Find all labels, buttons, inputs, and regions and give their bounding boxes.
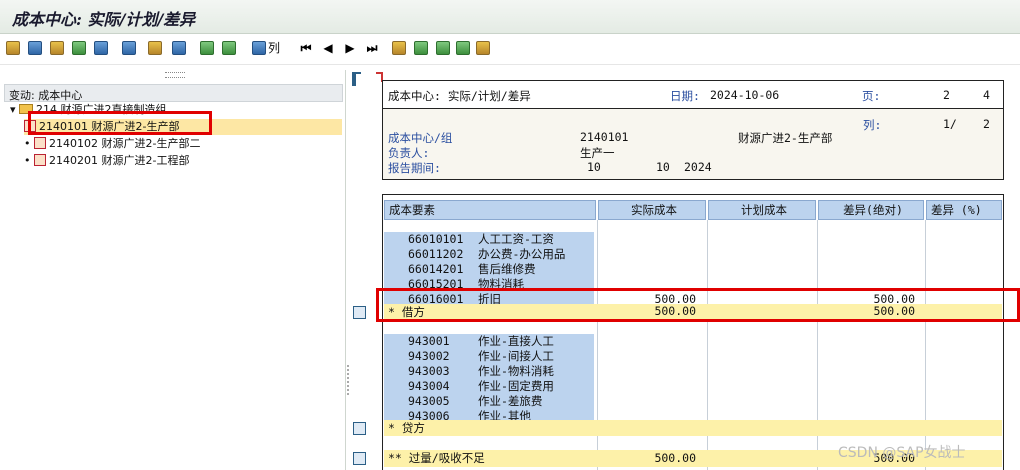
select-icon[interactable] — [148, 41, 162, 55]
element-name: 作业-差旅费 — [478, 394, 543, 408]
report-title: 成本中心: 实际/计划/差异 — [388, 89, 531, 103]
cost-center-label: 成本中心/组 — [388, 131, 453, 145]
element-name: 办公费-办公用品 — [478, 247, 566, 261]
element-name: 售后维修费 — [478, 262, 536, 276]
column-header[interactable]: 差异 (%) — [926, 200, 1002, 220]
responsible-value: 生产一 — [580, 146, 615, 160]
highlight-box — [376, 288, 1020, 322]
highlight-box — [28, 111, 212, 135]
date-label: 日期: — [670, 89, 700, 103]
tree-node[interactable]: • 2140102 财源广进2-生产部二 — [24, 136, 200, 152]
element-name: 作业-固定费用 — [478, 379, 554, 393]
element-code: 66010101 — [408, 232, 464, 246]
period-label: 报告期间: — [388, 161, 441, 175]
layout-icon[interactable] — [72, 41, 86, 55]
filter-icon[interactable] — [122, 41, 136, 55]
period-from: 10 — [587, 160, 601, 174]
collapse-arrow-icon[interactable]: ▾ — [10, 103, 19, 116]
column-header[interactable]: 差异(绝对) — [818, 200, 924, 220]
sort-asc-icon[interactable] — [200, 41, 214, 55]
table-row[interactable]: 943003 作业-物料消耗 — [384, 364, 594, 379]
element-name: 作业-直接人工 — [478, 334, 554, 348]
column-header[interactable]: 实际成本 — [598, 200, 706, 220]
columns-label[interactable]: 列 — [268, 41, 280, 55]
element-name: 人工工资-工资 — [478, 232, 554, 246]
column-total: 2 — [983, 117, 990, 131]
details-icon[interactable] — [6, 41, 20, 55]
first-page-icon[interactable]: ⏮ — [300, 41, 312, 55]
next-page-icon[interactable]: ▶ — [344, 41, 356, 55]
period-year: 2024 — [684, 160, 712, 174]
pane-grip[interactable] — [165, 72, 185, 78]
sort-desc-icon[interactable] — [222, 41, 236, 55]
element-code: 943005 — [408, 394, 450, 408]
page-total: 4 — [983, 88, 990, 102]
element-code: 943002 — [408, 349, 450, 363]
table-row[interactable]: 943002 作业-间接人工 — [384, 349, 594, 364]
over-under-label: ** 过量/吸收不足 — [388, 451, 485, 465]
over-under-actual: 500.00 — [654, 451, 696, 465]
table-row[interactable]: 66014201 售后维修费 — [384, 262, 594, 277]
column-number: 1/ — [943, 117, 957, 131]
title-bar: 成本中心: 实际/计划/差异 — [0, 0, 1020, 34]
navigation-header: 变动: 成本中心 — [4, 84, 343, 102]
period-to: 10 — [656, 160, 670, 174]
print-icon[interactable] — [50, 41, 64, 55]
cost-center-icon — [34, 154, 46, 166]
grid-icon[interactable] — [172, 41, 186, 55]
page-number: 2 — [943, 88, 950, 102]
toolbar: 列 ⏮ ◀ ▶ ⏭ — [0, 34, 1020, 65]
element-code: 66014201 — [408, 262, 464, 276]
element-name: 作业-间接人工 — [478, 349, 554, 363]
cost-center-name: 财源广进2-生产部 — [738, 131, 833, 145]
table-row[interactable]: 66010101 人工工资-工资 — [384, 232, 594, 247]
element-code: 943003 — [408, 364, 450, 378]
expand-tree-icon[interactable] — [436, 41, 450, 55]
drilldown-icon[interactable] — [353, 306, 366, 319]
cost-center-value: 2140101 — [580, 130, 629, 144]
table-row[interactable]: 943005 作业-差旅费 — [384, 394, 594, 409]
tree-node[interactable]: • 2140201 财源广进2-工程部 — [24, 153, 189, 169]
responsible-label: 负责人: — [388, 146, 430, 160]
bracket-icon — [352, 72, 361, 86]
element-code: 66011202 — [408, 247, 464, 261]
org-icon[interactable] — [476, 41, 490, 55]
drilldown-icon[interactable] — [353, 452, 366, 465]
hierarchy-icon[interactable] — [414, 41, 428, 55]
column-header[interactable]: 成本要素 — [384, 200, 596, 220]
find-icon[interactable] — [28, 41, 42, 55]
binoculars-icon[interactable] — [252, 41, 266, 55]
splitter-dots — [347, 365, 351, 395]
credit-total-row[interactable]: * 贷方 — [384, 420, 1002, 436]
column-header[interactable]: 计划成本 — [708, 200, 816, 220]
element-code: 943001 — [408, 334, 450, 348]
tree-node-label: 2140201 财源广进2-工程部 — [49, 154, 190, 167]
copy-icon[interactable] — [392, 41, 406, 55]
credit-label: * 贷方 — [388, 421, 425, 435]
table-row[interactable]: 943001 作业-直接人工 — [384, 334, 594, 349]
cost-center-icon — [34, 137, 46, 149]
last-page-icon[interactable]: ⏭ — [366, 41, 378, 55]
table-row[interactable]: 943004 作业-固定费用 — [384, 379, 594, 394]
element-code: 943004 — [408, 379, 450, 393]
drilldown-icon[interactable] — [353, 422, 366, 435]
watermark: CSDN @SAP女战士 — [838, 445, 966, 461]
element-name: 作业-物料消耗 — [478, 364, 554, 378]
info-icon[interactable] — [94, 41, 108, 55]
window-title: 成本中心: 实际/计划/差异 — [12, 10, 196, 29]
tree-node-label: 2140102 财源广进2-生产部二 — [49, 137, 201, 150]
previous-page-icon[interactable]: ◀ — [322, 41, 334, 55]
page-label: 页: — [862, 89, 881, 103]
pane-splitter[interactable] — [346, 70, 350, 470]
report-date: 2024-10-06 — [710, 88, 780, 102]
table-row[interactable]: 66011202 办公费-办公用品 — [384, 247, 594, 262]
column-label: 列: — [863, 118, 882, 132]
collapse-tree-icon[interactable] — [456, 41, 470, 55]
